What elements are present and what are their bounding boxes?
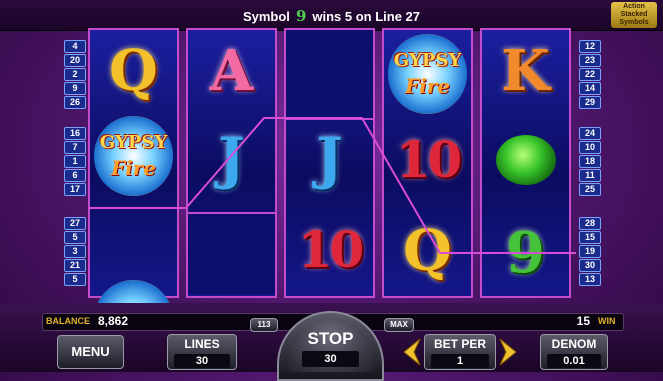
balance-value: 8,862	[98, 314, 129, 328]
payline-number: 28	[579, 217, 601, 230]
payline-number: 27	[64, 217, 86, 230]
payline-number: 1	[64, 155, 86, 168]
symbol-gypsy-fire: GYPSY Fire	[388, 34, 467, 114]
win-value: 15	[576, 314, 590, 328]
symbol-q: Q	[403, 218, 452, 284]
payline-number: 29	[579, 96, 601, 109]
payline-number: 20	[64, 54, 86, 67]
denom-value: 0.01	[547, 354, 601, 368]
payline-number: 26	[64, 96, 86, 109]
blank-cell	[286, 30, 373, 120]
lines-button[interactable]: LINES 30	[167, 334, 237, 370]
payline-number: 11	[579, 169, 601, 182]
payline-number: 3	[64, 245, 86, 258]
win-suffix: wins 5 on Line 27	[312, 8, 421, 24]
payline-number: 13	[579, 273, 601, 286]
fire-text: Fire	[110, 156, 157, 180]
symbol-j: J	[218, 126, 245, 192]
payline-number: 23	[579, 54, 601, 67]
payline-number: 6	[64, 169, 86, 182]
balance-label: BALANCE	[46, 316, 90, 326]
payline-number: 18	[579, 155, 601, 168]
menu-button[interactable]: MENU	[57, 335, 124, 369]
payline-number: 19	[579, 245, 601, 258]
reel-1: Q GYPSY Fire	[88, 28, 179, 360]
denom-button[interactable]: DENOM 0.01	[540, 334, 608, 370]
bet-per-button[interactable]: BET PER 1	[424, 334, 496, 370]
payline-number: 5	[64, 231, 86, 244]
reel-area: Q GYPSY Fire A J J 10 GYPSY Fire 10 Q K …	[88, 28, 576, 360]
payline-number: 4	[64, 40, 86, 53]
fire-text: Fire	[404, 74, 451, 98]
bet-increase-icon[interactable]	[498, 337, 520, 367]
payline-number: 22	[579, 68, 601, 81]
payline-number: 10	[579, 141, 601, 154]
gypsy-text: GYPSY	[393, 50, 462, 71]
max-bet-button[interactable]: MAX	[384, 318, 414, 332]
reel-2: A J	[186, 28, 277, 298]
symbol-j: J	[316, 126, 343, 192]
reel-3: J 10	[284, 28, 375, 298]
symbol-ten: 10	[395, 130, 463, 189]
symbol-ten: 10	[297, 220, 365, 279]
symbol-emerald	[496, 135, 556, 185]
blank-cell	[188, 212, 275, 294]
symbol-gypsy-fire: GYPSY Fire	[94, 116, 173, 196]
bet-per-label: BET PER	[433, 337, 486, 351]
payline-number: 24	[579, 127, 601, 140]
game-logo: Action Stacked Symbols	[611, 2, 657, 28]
payline-number: 21	[64, 259, 86, 272]
payline-number: 15	[579, 231, 601, 244]
win-prefix: Symbol	[242, 8, 290, 24]
reel-4: GYPSY Fire 10 Q	[382, 28, 473, 298]
gypsy-text: GYPSY	[99, 132, 168, 153]
lines-label: LINES	[184, 337, 220, 351]
payline-number: 16	[64, 127, 86, 140]
bet-per-value: 1	[431, 354, 489, 368]
payline-number: 2	[64, 68, 86, 81]
reel-5: K 9	[480, 28, 571, 298]
symbol-nine: 9	[506, 220, 545, 286]
win-label: WIN	[598, 316, 616, 326]
stop-label: STOP	[307, 329, 354, 348]
symbol-q: Q	[109, 38, 158, 104]
top-bar: Symbol 9 wins 5 on Line 27 Action Stacke…	[0, 0, 663, 31]
payline-number: 9	[64, 82, 86, 95]
payline-number: 14	[579, 82, 601, 95]
win-message: Symbol 9 wins 5 on Line 27	[0, 7, 663, 25]
lines-value: 30	[174, 354, 230, 368]
payline-number: 25	[579, 183, 601, 196]
lines-min-button[interactable]: 113	[250, 318, 278, 332]
stop-value: 30	[302, 351, 359, 367]
payline-number: 17	[64, 183, 86, 196]
denom-label: DENOM	[551, 337, 597, 351]
payline-number: 7	[64, 141, 86, 154]
bet-decrease-icon[interactable]	[400, 337, 422, 367]
payline-number: 12	[579, 40, 601, 53]
symbol-a: A	[209, 38, 254, 104]
payline-number: 5	[64, 273, 86, 286]
payline-number: 30	[579, 259, 601, 272]
symbol-k: K	[501, 38, 550, 104]
win-symbol-nine: 9	[295, 7, 307, 25]
